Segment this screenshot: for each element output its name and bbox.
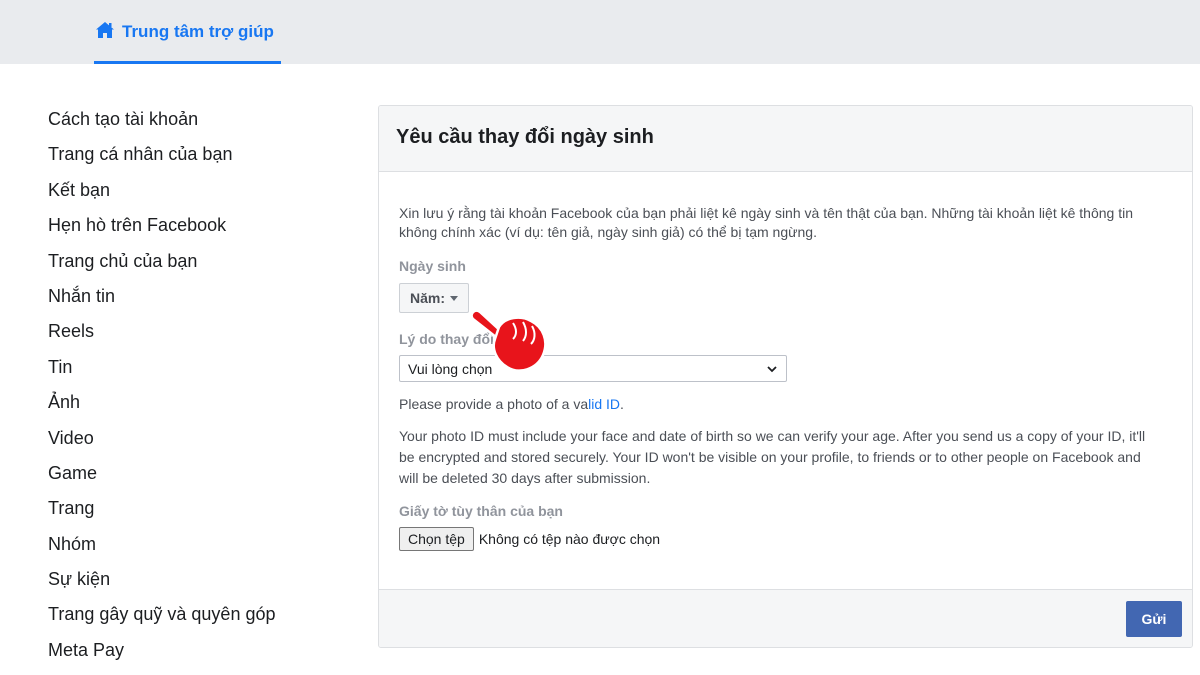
sidebar-item-events[interactable]: Sự kiện [48, 564, 338, 599]
choose-file-button[interactable]: Chọn tệp [399, 527, 474, 551]
submit-button[interactable]: Gửi [1126, 601, 1182, 637]
file-status: Không có tệp nào được chọn [478, 531, 661, 547]
home-icon [95, 20, 115, 45]
sidebar-item-video[interactable]: Video [48, 423, 338, 458]
active-tab-underline [94, 61, 281, 64]
birthday-label: Ngày sinh [399, 258, 466, 274]
sidebar-item-pages[interactable]: Trang [48, 493, 338, 528]
id-prompt-end: . [620, 396, 624, 412]
year-dropdown[interactable]: Năm: [399, 283, 470, 313]
sidebar-item-fundraisers[interactable]: Trang gây quỹ và quyên góp [48, 599, 338, 634]
id-document-label: Giấy tờ tùy thân của bạn [399, 503, 563, 519]
birthday-change-form: Yêu cầu thay đổi ngày sinh Xin lưu ý rằn… [378, 105, 1193, 648]
reason-select[interactable]: Vui lòng chọn [399, 355, 787, 382]
file-upload: Chọn tệp Không có tệp nào được chọn [399, 527, 1172, 551]
form-header: Yêu cầu thay đổi ngày sinh [379, 106, 1192, 172]
id-privacy-info: Your photo ID must include your face and… [399, 428, 1146, 486]
chevron-down-icon [767, 365, 777, 372]
sidebar-item-stories[interactable]: Tin [48, 352, 338, 387]
name-policy-notice: Xin lưu ý rằng tài khoản Facebook của bạ… [399, 205, 1133, 240]
sidebar-item-dating[interactable]: Hẹn hò trên Facebook [48, 210, 338, 245]
form-footer: Gửi [379, 589, 1192, 647]
sidebar-item-profile[interactable]: Trang cá nhân của bạn [48, 139, 338, 174]
sidebar-item-meta-pay[interactable]: Meta Pay [48, 635, 338, 670]
help-center-title: Trung tâm trợ giúp [122, 22, 274, 41]
sidebar-item-photos[interactable]: Ảnh [48, 387, 338, 422]
pointing-hand-icon [470, 309, 547, 372]
sidebar-item-friending[interactable]: Kết bạn [48, 175, 338, 210]
help-center-home-link[interactable]: Trung tâm trợ giúp [94, 0, 281, 64]
id-prompt-text: Please provide a photo of a va [399, 396, 589, 412]
sidebar-item-groups[interactable]: Nhóm [48, 529, 338, 564]
form-title: Yêu cầu thay đổi ngày sinh [396, 126, 654, 148]
help-center-header: Trung tâm trợ giúp [0, 0, 1200, 64]
sidebar-item-gaming[interactable]: Game [48, 458, 338, 493]
sidebar-item-reels[interactable]: Reels [48, 316, 338, 351]
id-prompt: Please provide a photo of a valid ID. [399, 394, 1159, 415]
sidebar-item-messaging[interactable]: Nhắn tin [48, 281, 338, 316]
valid-id-link[interactable]: lid ID [588, 396, 620, 412]
help-topics-sidebar: Cách tạo tài khoản Trang cá nhân của bạn… [48, 104, 338, 670]
sidebar-item-home[interactable]: Trang chủ của bạn [48, 246, 338, 281]
caret-down-icon [450, 295, 459, 301]
sidebar-item-create-account[interactable]: Cách tạo tài khoản [48, 104, 338, 139]
year-dropdown-label: Năm: [410, 290, 446, 306]
